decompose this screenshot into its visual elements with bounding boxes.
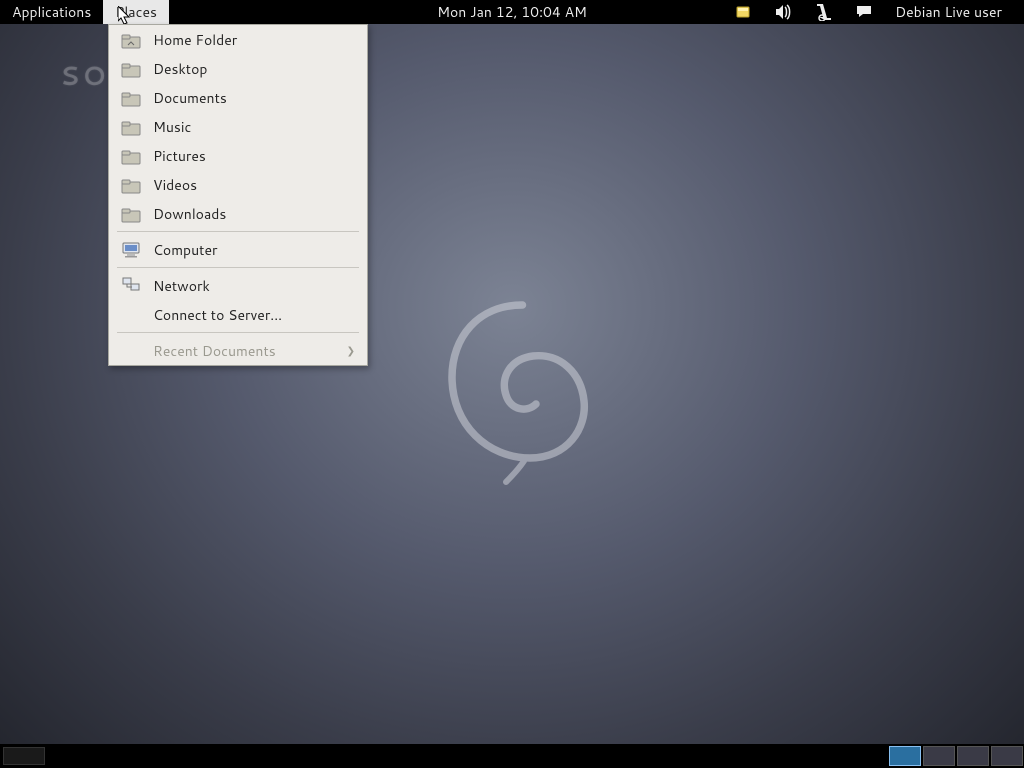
places-music[interactable]: Music: [109, 112, 367, 141]
notification-icon[interactable]: [733, 0, 755, 24]
menu-separator: [117, 267, 359, 268]
places-recent-documents: Recent Documents ❯: [109, 336, 367, 365]
applications-menu-button[interactable]: Applications: [0, 0, 103, 24]
accessibility-icon[interactable]: [813, 0, 835, 24]
folder-icon: [121, 88, 141, 108]
folder-icon: [121, 204, 141, 224]
places-pictures[interactable]: Pictures: [109, 141, 367, 170]
computer-icon: [121, 240, 141, 260]
volume-icon[interactable]: [773, 0, 795, 24]
workspace-2[interactable]: [923, 746, 955, 766]
top-panel: Applications Places Mon Jan 12, 10:04 AM…: [0, 0, 1024, 24]
blank-icon: [121, 341, 141, 361]
places-videos[interactable]: Videos: [109, 170, 367, 199]
menu-separator: [117, 332, 359, 333]
folder-icon: [121, 175, 141, 195]
workspace-4[interactable]: [991, 746, 1023, 766]
workspace-3[interactable]: [957, 746, 989, 766]
places-network[interactable]: Network: [109, 271, 367, 300]
folder-icon: [121, 117, 141, 137]
menu-item-label: Videos: [153, 175, 197, 195]
menu-item-label: Music: [153, 117, 191, 137]
bottom-panel: [0, 744, 1024, 768]
workspace-1[interactable]: [889, 746, 921, 766]
places-home-folder[interactable]: Home Folder: [109, 25, 367, 54]
taskbar-item[interactable]: [3, 747, 45, 765]
places-dropdown-menu: Home Folder Desktop Documents Music Pict…: [108, 24, 368, 366]
blank-icon: [121, 305, 141, 325]
folder-icon: [121, 146, 141, 166]
menu-item-label: Home Folder: [153, 30, 237, 50]
menu-item-label: Connect to Server...: [153, 305, 282, 325]
menu-item-label: Downloads: [153, 204, 226, 224]
menu-item-label: Recent Documents: [153, 341, 276, 361]
mouse-cursor-icon: [118, 6, 132, 26]
debian-swirl-icon: [440, 290, 590, 490]
network-icon: [121, 276, 141, 296]
menu-item-label: Desktop: [153, 59, 207, 79]
places-desktop[interactable]: Desktop: [109, 54, 367, 83]
chat-icon[interactable]: [853, 0, 875, 24]
menu-item-label: Network: [153, 276, 210, 296]
menu-item-label: Computer: [153, 240, 217, 260]
menu-separator: [117, 231, 359, 232]
chevron-right-icon: ❯: [347, 344, 355, 358]
places-connect-to-server[interactable]: Connect to Server...: [109, 300, 367, 329]
system-tray: Debian Live user: [733, 0, 1024, 24]
places-documents[interactable]: Documents: [109, 83, 367, 112]
clock[interactable]: Mon Jan 12, 10:04 AM: [425, 0, 599, 24]
places-computer[interactable]: Computer: [109, 235, 367, 264]
workspace-switcher: [888, 744, 1024, 768]
folder-icon: [121, 59, 141, 79]
places-menu-button[interactable]: Places: [103, 0, 169, 24]
home-folder-icon: [121, 30, 141, 50]
places-downloads[interactable]: Downloads: [109, 199, 367, 228]
menu-item-label: Documents: [153, 88, 227, 108]
menu-item-label: Pictures: [153, 146, 206, 166]
user-menu-button[interactable]: Debian Live user: [893, 0, 1014, 24]
